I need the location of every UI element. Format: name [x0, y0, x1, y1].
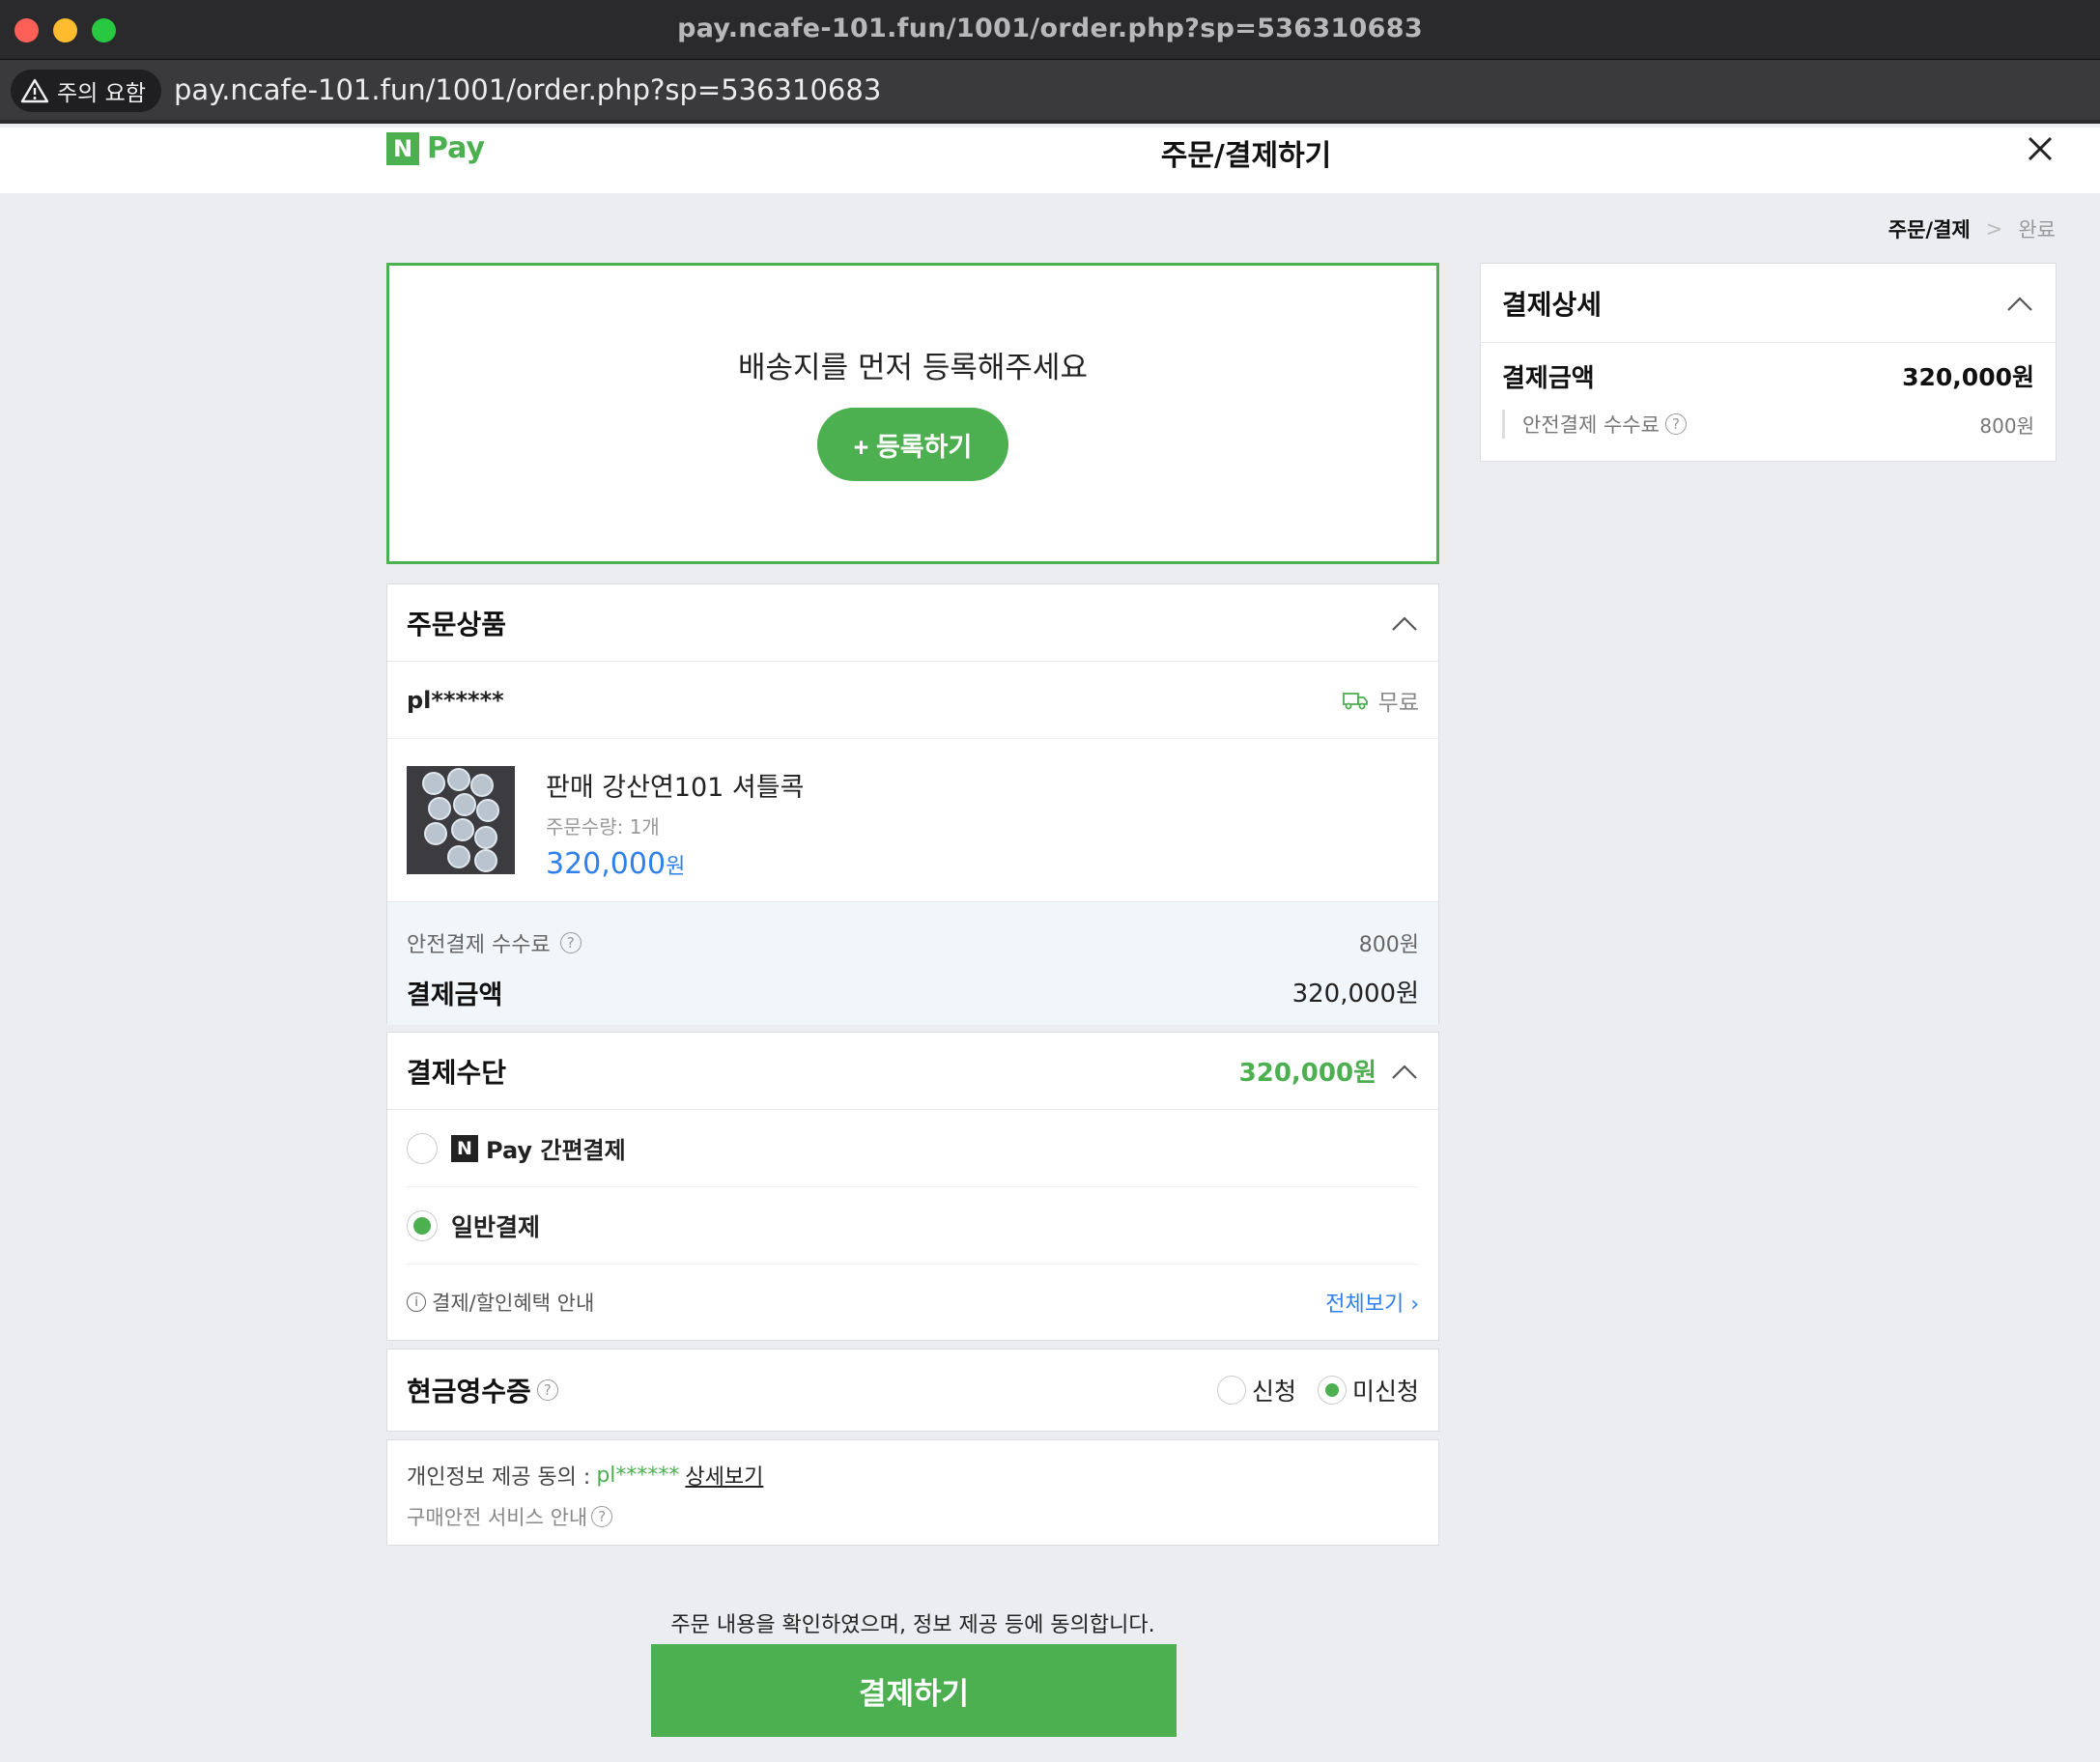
page-header: N Pay 주문/결제하기 [0, 128, 2100, 193]
summary-fee-label: 안전결제 수수료 [1522, 413, 1660, 437]
truck-icon [1342, 692, 1368, 709]
warning-icon [20, 78, 49, 103]
receipt-not-apply-radio[interactable] [1317, 1376, 1347, 1405]
npay-n-icon: N [451, 1134, 478, 1162]
order-products-card: 주문상품 pl****** 무료 판매 강산연101 셔틀콕 주문수량: 1개 … [386, 583, 1439, 1025]
step-separator: > [1985, 217, 2003, 241]
order-products-header[interactable]: 주문상품 [387, 584, 1438, 662]
step-current: 주문/결제 [1887, 218, 1971, 242]
cash-receipt-title: 현금영수증 [407, 1376, 531, 1407]
step-next: 완료 [2018, 218, 2056, 242]
summary-amount-row: 결제금액 320,000원 [1481, 343, 2056, 394]
product-price-value: 320,000 [546, 847, 667, 881]
pay-button[interactable]: 결제하기 [651, 1644, 1177, 1737]
receipt-apply-option[interactable]: 신청 [1216, 1373, 1296, 1407]
question-icon[interactable]: ? [1664, 413, 1687, 435]
npay-label: Pay 간편결제 [486, 1137, 626, 1164]
window-titlebar: pay.ncafe-101.fun/1001/order.php?sp=5363… [0, 0, 2100, 60]
shipping-info: 무료 [1342, 684, 1419, 717]
payment-detail-title: 결제상세 [1502, 288, 1603, 321]
question-icon[interactable]: ? [559, 932, 582, 953]
safety-service-label: 구매안전 서비스 안내 [407, 1506, 588, 1529]
view-all-link[interactable]: 전체보기 › [1325, 1287, 1419, 1318]
order-total-row: 결제금액 320,000원 [407, 974, 1419, 1011]
product-thumbnail [407, 766, 515, 874]
product-name: 판매 강산연101 셔틀콕 [546, 773, 805, 803]
close-button[interactable] [2021, 129, 2059, 168]
privacy-detail-link[interactable]: 상세보기 [685, 1460, 763, 1491]
url-field[interactable]: pay.ncafe-101.fun/1001/order.php?sp=5363… [174, 73, 881, 106]
benefit-row: i 결제/할인혜택 안내 전체보기 › [387, 1265, 1438, 1340]
general-payment-option[interactable]: 일반결제 [407, 1187, 1419, 1265]
receipt-not-apply-label: 미신청 [1351, 1378, 1419, 1406]
privacy-consent-line: 개인정보 제공 동의 : pl****** 상세보기 [407, 1460, 1419, 1491]
summary-amount-value: 320,000원 [1902, 363, 2034, 391]
question-icon[interactable]: ? [591, 1506, 613, 1527]
product-row: 판매 강산연101 셔틀콕 주문수량: 1개 320,000원 [387, 739, 1438, 901]
cash-receipt-card: 현금영수증 ? 신청 미신청 [386, 1349, 1439, 1432]
window-title: pay.ncafe-101.fun/1001/order.php?sp=5363… [677, 14, 1423, 43]
npay-radio[interactable] [407, 1132, 438, 1164]
payment-detail-panel: 결제상세 결제금액 320,000원 안전결제 수수료? 800원 [1480, 263, 2057, 462]
order-total-value: 320,000원 [1291, 980, 1419, 1009]
safety-service-line[interactable]: 구매안전 서비스 안내 ? [407, 1502, 1419, 1531]
privacy-consent-seller: pl****** [596, 1463, 680, 1488]
payment-method-card: 결제수단 320,000원 N Pay 간편결제 일반결제 i 결제/할인혜택 … [386, 1032, 1439, 1341]
page-title: 주문/결제하기 [1160, 139, 1332, 173]
step-indicator: 주문/결제 > 완료 [1888, 214, 2056, 243]
product-price-unit: 원 [666, 855, 686, 879]
question-icon[interactable]: ? [536, 1379, 558, 1401]
product-price: 320,000원 [546, 847, 804, 881]
security-warning-chip[interactable]: 주의 요함 [11, 70, 161, 112]
chevron-up-icon [1392, 615, 1417, 631]
seller-row: pl****** 무료 [387, 662, 1438, 739]
consent-card: 개인정보 제공 동의 : pl****** 상세보기 구매안전 서비스 안내 ? [386, 1439, 1439, 1546]
npay-option[interactable]: N Pay 간편결제 [407, 1110, 1419, 1187]
chevron-up-icon [2007, 296, 2032, 311]
address-message: 배송지를 먼저 등록해주세요 [738, 351, 1088, 385]
info-icon: i [407, 1293, 426, 1312]
receipt-not-apply-option[interactable]: 미신청 [1317, 1373, 1419, 1407]
shipping-fee: 무료 [1377, 690, 1419, 716]
summary-amount-label: 결제금액 [1502, 364, 1595, 393]
order-products-title: 주문상품 [407, 608, 507, 640]
address-bar: 주의 요함 pay.ncafe-101.fun/1001/order.php?s… [0, 60, 2100, 124]
close-icon [2028, 136, 2053, 161]
product-quantity: 주문수량: 1개 [546, 815, 660, 838]
agree-text: 주문 내용을 확인하였으며, 정보 제공 등에 동의합니다. [670, 1613, 1155, 1637]
chevron-up-icon [1392, 1064, 1417, 1079]
security-warning-label: 주의 요함 [57, 81, 146, 106]
summary-fee-value: 800원 [1979, 413, 2034, 438]
privacy-consent-prefix: 개인정보 제공 동의 : [407, 1465, 591, 1490]
receipt-apply-radio[interactable] [1216, 1376, 1246, 1405]
general-payment-label: 일반결제 [451, 1212, 541, 1241]
payment-method-amount: 320,000원 [1238, 1059, 1376, 1088]
safe-payment-fee-row: 안전결제 수수료? 800원 [407, 927, 1419, 958]
benefit-label: 결제/할인혜택 안내 [432, 1292, 595, 1315]
payment-detail-header[interactable]: 결제상세 [1481, 264, 2056, 343]
product-info: 판매 강산연101 셔틀콕 주문수량: 1개 320,000원 [546, 766, 805, 881]
payment-method-header[interactable]: 결제수단 320,000원 [387, 1033, 1438, 1110]
register-address-button[interactable]: + 등록하기 [817, 408, 1008, 481]
address-card: 배송지를 먼저 등록해주세요 + 등록하기 [386, 263, 1439, 564]
fee-label: 안전결제 수수료 [407, 933, 551, 957]
fee-value: 800원 [1358, 933, 1419, 957]
general-payment-radio[interactable] [407, 1209, 438, 1241]
receipt-apply-label: 신청 [1251, 1378, 1296, 1406]
order-total-label: 결제금액 [407, 980, 503, 1010]
payment-method-title: 결제수단 [407, 1056, 507, 1089]
fee-summary-box: 안전결제 수수료? 800원 결제금액 320,000원 [387, 901, 1438, 1025]
seller-name: pl****** [407, 686, 504, 714]
summary-fee-row: 안전결제 수수료? 800원 [1481, 394, 2056, 439]
